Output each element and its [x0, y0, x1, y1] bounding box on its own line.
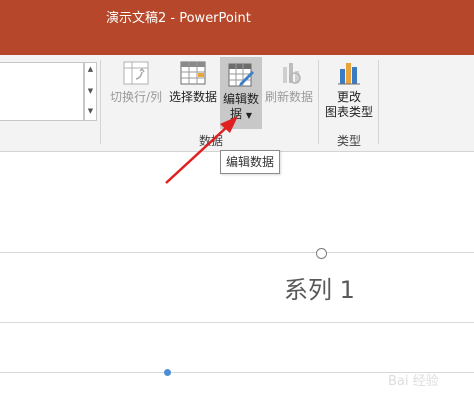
chart-gridline — [0, 252, 474, 253]
gallery-scrollbar[interactable]: ▲ ▼ ▼ — [84, 62, 97, 121]
select-data-button[interactable]: 选择数据 — [167, 59, 219, 105]
chart-gridline — [0, 322, 474, 323]
edit-data-label-line1: 编辑数 — [222, 92, 259, 106]
edit-data-label-line2: 据 — [230, 107, 243, 121]
refresh-data-button[interactable]: 刷新数据 — [264, 59, 314, 105]
switch-row-col-icon — [123, 61, 149, 85]
type-group-label: 类型 — [337, 134, 362, 148]
ribbon-separator — [100, 60, 101, 144]
select-data-label: 选择数据 — [168, 90, 217, 104]
dropdown-caret-icon: ▼ — [245, 111, 252, 120]
select-data-icon — [180, 61, 206, 85]
edit-data-button[interactable]: 编辑数 据 ▼ — [220, 57, 262, 129]
change-chart-type-label-line1: 更改 — [336, 90, 361, 104]
scroll-up-icon[interactable]: ▲ — [85, 65, 96, 74]
ribbon-separator — [318, 60, 319, 144]
window-title: 演示文稿2 - PowerPoint — [106, 11, 251, 26]
scroll-down-icon[interactable]: ▼ — [85, 87, 96, 96]
tooltip: 编辑数据 — [220, 150, 281, 174]
resize-handle[interactable] — [316, 248, 327, 259]
change-chart-type-label-line2: 图表类型 — [324, 105, 373, 119]
chart-styles-gallery[interactable] — [0, 62, 84, 121]
data-group-label: 数据 — [199, 134, 224, 148]
gallery-more-icon[interactable]: ▼ — [85, 107, 96, 116]
edit-data-icon — [228, 63, 254, 87]
change-chart-type-icon — [338, 63, 360, 85]
refresh-data-label: 刷新数据 — [264, 90, 313, 104]
change-chart-type-button[interactable]: 更改 图表类型 — [322, 59, 376, 120]
ribbon-separator — [378, 60, 379, 144]
title-bar: 演示文稿2 - PowerPoint — [0, 0, 474, 55]
edit-data-label-line2-wrap: 据 ▼ — [220, 107, 262, 123]
ribbon: ▲ ▼ ▼ 切换行/列 选择数据 编辑数 据 ▼ 刷新数据 数据 更改 图表类型… — [0, 55, 474, 152]
data-point-marker[interactable] — [164, 369, 171, 376]
refresh-data-icon — [283, 63, 301, 84]
switch-row-col-button[interactable]: 切换行/列 — [108, 59, 164, 105]
switch-row-col-label: 切换行/列 — [109, 90, 163, 104]
watermark: Bai 经验 — [388, 374, 439, 389]
series-label[interactable]: 系列 1 — [284, 270, 355, 305]
